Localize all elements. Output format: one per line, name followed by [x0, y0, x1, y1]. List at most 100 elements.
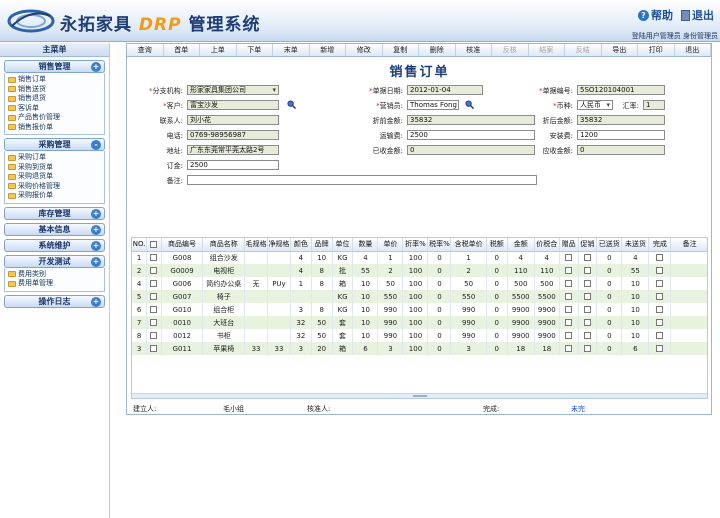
- column-header[interactable]: 完成: [648, 238, 672, 252]
- sidebar-item-purchase-price[interactable]: 采购价格管理: [8, 182, 101, 192]
- pre-discount-field[interactable]: 35832: [407, 115, 535, 125]
- row-checkbox[interactable]: [583, 293, 591, 300]
- sidebar-item-purchase-arrival[interactable]: 采购到货单: [8, 163, 101, 173]
- expand-icon[interactable]: +: [91, 296, 101, 307]
- deposit-field[interactable]: 2500: [187, 160, 279, 170]
- sidebar-item-sales-order[interactable]: 销售订单: [8, 75, 101, 85]
- exit-link[interactable]: 退出: [681, 7, 714, 23]
- expand-icon[interactable]: +: [91, 256, 101, 267]
- toolbar-button[interactable]: 反核: [492, 44, 529, 56]
- grid-resize-bar[interactable]: [132, 393, 707, 398]
- column-header[interactable]: 税额: [486, 238, 508, 252]
- column-header[interactable]: 单价: [377, 238, 404, 252]
- row-checkbox[interactable]: [656, 319, 664, 326]
- table-row[interactable]: 6 G010 组合柜 3 8 KG 10 990 100 0 990 0 9900 9900 0 10: [132, 303, 707, 316]
- column-header[interactable]: 金额: [507, 238, 535, 252]
- expand-icon[interactable]: +: [91, 240, 101, 251]
- column-header[interactable]: 折率%: [402, 238, 429, 252]
- table-row[interactable]: 2 G0009 电视柜 4 8 批 55 2 100 0 2 0 110 110 0 55: [132, 264, 707, 277]
- toolbar-button[interactable]: 退出: [675, 44, 711, 56]
- table-row[interactable]: 7 0010 大班台 32 50 套 10 990 100 0 990 0 9900 9900 0 10: [132, 316, 707, 329]
- salesman-field[interactable]: Thomas Fong: [407, 100, 459, 110]
- phone-field[interactable]: 0769-98956987: [187, 130, 279, 140]
- row-checkbox[interactable]: [656, 254, 664, 262]
- column-header[interactable]: 税率%: [427, 238, 452, 252]
- rate-field[interactable]: 1: [643, 100, 665, 110]
- column-header[interactable]: 单位: [332, 238, 354, 252]
- row-checkbox[interactable]: [583, 319, 591, 326]
- row-checkbox[interactable]: [565, 267, 573, 274]
- toolbar-button[interactable]: 核准: [456, 44, 492, 56]
- row-checkbox[interactable]: [583, 267, 591, 274]
- expand-icon[interactable]: +: [91, 62, 101, 72]
- sidebar-item-purchase-return[interactable]: 采购退货单: [8, 172, 101, 182]
- toolbar-button[interactable]: 新增: [310, 44, 346, 56]
- install-field[interactable]: 1200: [577, 130, 665, 140]
- column-header[interactable]: 商品名称: [202, 238, 246, 252]
- column-header[interactable]: 品牌: [311, 238, 333, 252]
- table-row[interactable]: 5 G007 椅子 KG 10 550 100 0 550 0 5500 5500 0 10: [132, 290, 707, 303]
- address-field[interactable]: 广东东莞常平莞太路2号: [187, 145, 279, 155]
- sidebar-item-expense-mgmt[interactable]: 费用单管理: [8, 279, 101, 289]
- toolbar-button[interactable]: 导出: [602, 44, 638, 56]
- row-checkbox[interactable]: [150, 319, 158, 326]
- toolbar-button[interactable]: 删除: [419, 44, 456, 56]
- select-all-checkbox[interactable]: [150, 240, 158, 248]
- table-row[interactable]: 1 G008 组合沙发 4 10 KG 4 1 100 0 1 0 4 4 0 4: [132, 251, 707, 264]
- order-date-field[interactable]: 2012-01-04: [407, 85, 483, 95]
- table-row[interactable]: 4 G006 简约办公桌无 PUy 1 8 箱 10 50 100 0 50 0 500 500 0 10: [132, 277, 707, 290]
- row-checkbox[interactable]: [583, 254, 591, 262]
- row-checkbox[interactable]: [565, 280, 573, 287]
- row-checkbox[interactable]: [583, 280, 591, 287]
- toolbar-button[interactable]: 修改: [346, 44, 383, 56]
- row-checkbox[interactable]: [656, 306, 664, 313]
- row-checkbox[interactable]: [583, 306, 591, 313]
- row-checkbox[interactable]: [656, 280, 664, 287]
- row-checkbox[interactable]: [583, 332, 591, 339]
- receivable-field[interactable]: 0: [577, 145, 665, 155]
- sidebar-item-sales-quote[interactable]: 销售报价单: [8, 123, 101, 133]
- row-checkbox[interactable]: [565, 332, 573, 339]
- column-header[interactable]: 已送货: [596, 238, 623, 252]
- row-checkbox[interactable]: [656, 345, 664, 352]
- row-checkbox[interactable]: [150, 267, 158, 274]
- sidebar-group-header[interactable]: 操作日志 +: [4, 294, 105, 308]
- sidebar-item-sales-return[interactable]: 销售退货: [8, 94, 101, 104]
- freight-field[interactable]: 2500: [407, 130, 535, 140]
- expand-icon[interactable]: +: [91, 224, 101, 235]
- column-header[interactable]: 赠品: [559, 238, 579, 252]
- expand-icon[interactable]: +: [91, 208, 101, 219]
- collapse-icon[interactable]: -: [91, 140, 101, 150]
- sidebar-group-header[interactable]: 采购管理 -: [4, 138, 105, 151]
- sidebar-item-purchase-order[interactable]: 采购订单: [8, 153, 101, 163]
- help-link[interactable]: ? 帮助: [638, 7, 673, 23]
- sidebar-item-sales-delivery[interactable]: 销售送货: [8, 85, 101, 95]
- row-checkbox[interactable]: [150, 332, 158, 339]
- column-header[interactable]: 价税合: [534, 238, 560, 252]
- row-checkbox[interactable]: [583, 345, 591, 352]
- column-header[interactable]: 含税单价: [450, 238, 487, 252]
- row-checkbox[interactable]: [565, 293, 573, 300]
- row-checkbox[interactable]: [656, 332, 664, 339]
- row-checkbox[interactable]: [656, 293, 664, 300]
- sidebar-group-header[interactable]: 基本信息 +: [4, 222, 105, 236]
- branch-select[interactable]: 形家家具集团公司: [187, 85, 279, 95]
- row-checkbox[interactable]: [565, 319, 573, 326]
- column-header[interactable]: 净规格: [267, 238, 291, 252]
- column-header[interactable]: 颜色: [290, 238, 312, 252]
- toolbar-button[interactable]: 复制: [383, 44, 419, 56]
- sidebar-group-header[interactable]: 系统维护 +: [4, 238, 105, 252]
- row-checkbox[interactable]: [150, 293, 158, 300]
- table-row[interactable]: 3 G011 苹果椅 33 33 3 20 箱 6 3 100 0 3 0 18 18 0 6: [132, 342, 707, 355]
- currency-select[interactable]: 人民币: [577, 100, 613, 110]
- row-checkbox[interactable]: [656, 267, 664, 274]
- sidebar-item-purchase-quote[interactable]: 采购报价单: [8, 191, 101, 201]
- column-header[interactable]: 促销: [578, 238, 598, 252]
- toolbar-button[interactable]: 结案: [529, 44, 565, 56]
- order-no-field[interactable]: 5SO120104001: [577, 85, 665, 95]
- column-header[interactable]: 未送货: [621, 238, 650, 252]
- search-icon[interactable]: [465, 100, 474, 109]
- toolbar-button[interactable]: 末单: [273, 44, 310, 56]
- contact-field[interactable]: 刘小花: [187, 115, 279, 125]
- sidebar-group-header[interactable]: 库存管理 +: [4, 206, 105, 220]
